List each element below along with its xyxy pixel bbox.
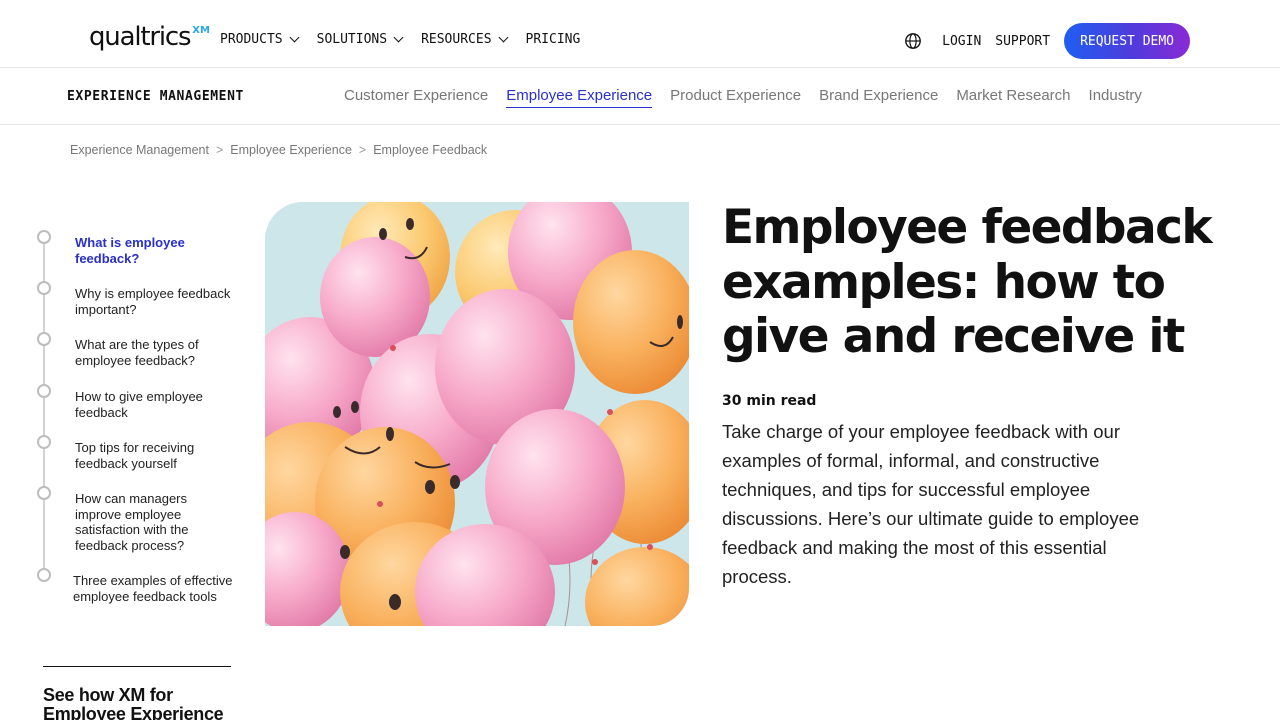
breadcrumb-item-current[interactable]: Employee Feedback (373, 143, 487, 157)
toc-item[interactable]: What is employee feedback? (37, 230, 185, 266)
section-subnav: EXPERIENCE MANAGEMENT Customer Experienc… (0, 68, 1280, 125)
toc-item-label: Three examples of effective employee fee… (73, 573, 233, 604)
subnav-industry[interactable]: Industry (1089, 87, 1142, 108)
nav-resources-label: RESOURCES (421, 32, 492, 47)
toc-item-label: How can managers improve employee satisf… (75, 491, 189, 553)
subnav-brand-experience[interactable]: Brand Experience (819, 87, 938, 108)
support-link[interactable]: SUPPORT (995, 34, 1050, 49)
globe-icon[interactable] (904, 32, 922, 50)
chevron-down-icon (289, 32, 300, 43)
subnav-product-experience[interactable]: Product Experience (670, 87, 801, 108)
login-link[interactable]: LOGIN (942, 34, 981, 49)
nav-products[interactable]: PRODUCTS (220, 32, 300, 47)
subnav-market-research[interactable]: Market Research (956, 87, 1070, 108)
toc-item[interactable]: Top tips for receiving feedback yourself (37, 435, 194, 471)
nav-products-label: PRODUCTS (220, 32, 283, 47)
toc-item[interactable]: Three examples of effective employee fee… (37, 568, 232, 604)
nav-pricing-label: PRICING (525, 32, 581, 47)
breadcrumb: Experience Management > Employee Experie… (70, 143, 487, 157)
toc-item-label: How to give employee feedback (75, 389, 203, 420)
toc-item-label: Top tips for receiving feedback yourself (75, 440, 195, 471)
subnav-title[interactable]: EXPERIENCE MANAGEMENT (67, 89, 244, 104)
chevron-down-icon (393, 32, 404, 43)
toc-item-label: What are the types of employee feedback? (75, 337, 199, 368)
request-demo-button[interactable]: REQUEST DEMO (1064, 23, 1190, 59)
nav-pricing[interactable]: PRICING (526, 32, 581, 47)
balloons-illustration (265, 202, 689, 626)
cta-title[interactable]: See how XM for Employee Experience (43, 686, 233, 720)
logo-text: qualtrics (89, 22, 192, 52)
breadcrumb-separator: > (358, 143, 367, 157)
toc-dot (37, 230, 51, 244)
breadcrumb-item[interactable]: Experience Management (70, 143, 209, 157)
main-nav: PRODUCTS SOLUTIONS RESOURCES PRICING (220, 32, 599, 47)
toc-dot (37, 568, 51, 582)
cta-divider (43, 666, 231, 667)
subnav-customer-experience[interactable]: Customer Experience (344, 87, 488, 108)
toc-item-label: What is employee feedback? (75, 235, 185, 266)
breadcrumb-item[interactable]: Employee Experience (230, 143, 352, 157)
toc-dot (37, 486, 51, 500)
article-title: Employee feedback examples: how to give … (722, 200, 1213, 364)
toc-item[interactable]: How can managers improve employee satisf… (37, 486, 188, 553)
toc-dot (37, 435, 51, 449)
utility-nav: LOGIN SUPPORT REQUEST DEMO (904, 23, 1190, 59)
toc-dot (37, 332, 51, 346)
chevron-down-icon (498, 32, 508, 43)
toc-dot (37, 281, 51, 295)
read-time: 30 min read (722, 393, 817, 409)
subnav-employee-experience[interactable]: Employee Experience (506, 87, 653, 108)
qualtrics-logo[interactable]: qualtrics XM (89, 22, 210, 52)
toc-item[interactable]: Why is employee feedback important? (37, 281, 230, 317)
toc-item[interactable]: What are the types of employee feedback? (37, 332, 199, 368)
article-intro: Take charge of your employee feedback wi… (722, 421, 1140, 587)
subnav-links: Customer Experience Employee Experience … (344, 87, 1160, 108)
top-navigation: qualtrics XM PRODUCTS SOLUTIONS RESOURCE… (0, 0, 1280, 68)
nav-solutions[interactable]: SOLUTIONS (316, 32, 404, 47)
toc-dot (37, 384, 51, 398)
hero-image-balloons (265, 202, 689, 626)
breadcrumb-separator: > (215, 143, 224, 157)
toc-item-label: Why is employee feedback important? (75, 286, 231, 317)
nav-solutions-label: SOLUTIONS (316, 32, 388, 47)
nav-resources[interactable]: RESOURCES (421, 32, 508, 47)
logo-xm: XM (192, 25, 210, 36)
toc-item[interactable]: How to give employee feedback (37, 384, 203, 420)
